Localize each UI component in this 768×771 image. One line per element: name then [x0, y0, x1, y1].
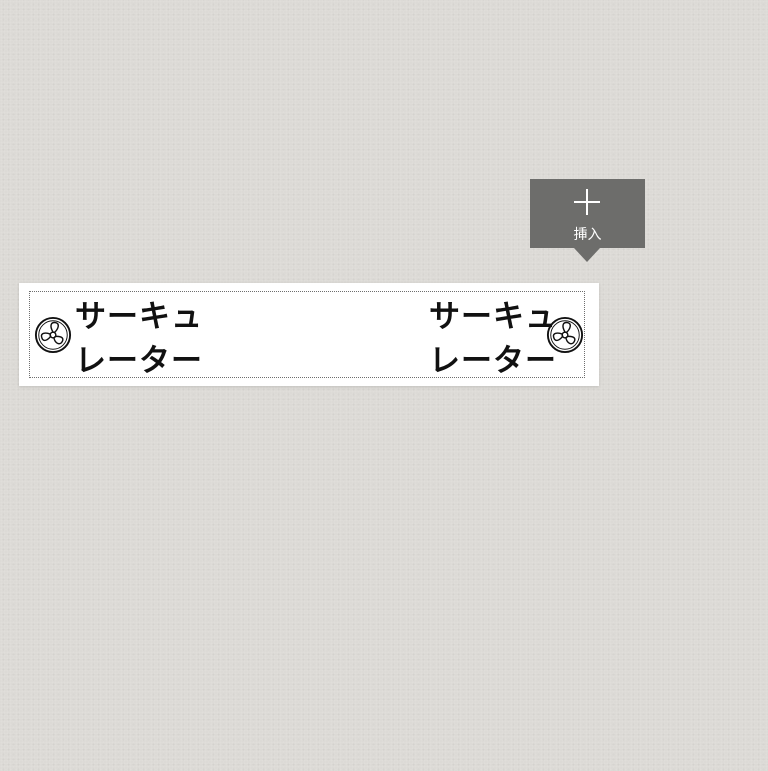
- label-line-1: サーキュ: [429, 299, 557, 335]
- label-right[interactable]: サーキュ レーター: [429, 295, 589, 383]
- insert-label: 挿入: [573, 227, 602, 243]
- label-text: サーキュ レーター: [75, 295, 203, 383]
- label-sheet[interactable]: サーキュ レーター サーキュ レーター: [19, 283, 599, 386]
- fan-icon: [546, 316, 584, 354]
- editor-canvas: 挿入 サーキュ レーター サーキュ レーター: [0, 0, 768, 771]
- label-left[interactable]: サーキュ レーター: [31, 295, 203, 383]
- label-line-1: サーキュ: [75, 299, 203, 335]
- fan-icon: [34, 316, 72, 354]
- label-text: サーキュ レーター: [429, 295, 557, 383]
- label-line-2: レーター: [75, 343, 203, 379]
- insert-button[interactable]: 挿入: [530, 179, 645, 262]
- plus-icon: [574, 189, 600, 215]
- label-line-2: レーター: [429, 343, 557, 379]
